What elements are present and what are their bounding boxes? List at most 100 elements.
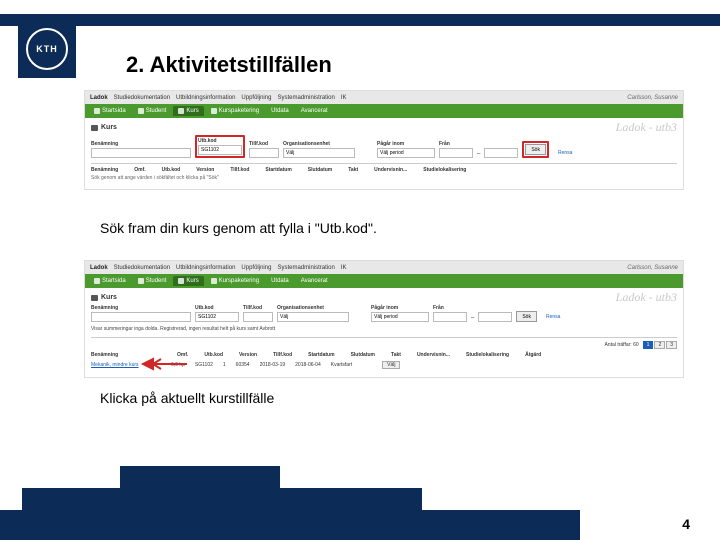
- result-count: Antal träffar: 60: [605, 342, 639, 348]
- cell-ver: 1: [223, 362, 226, 368]
- stack-icon: [211, 278, 217, 284]
- cell-takt: Kvartsfart: [331, 362, 352, 368]
- select-org[interactable]: [283, 148, 355, 158]
- tab-startsida[interactable]: Startsida: [89, 106, 131, 116]
- tab-utdata[interactable]: Utdata: [266, 276, 294, 286]
- screenshot-1: Ladok Studiedokumentation Utbildningsinf…: [84, 90, 684, 190]
- top-band: [0, 14, 720, 26]
- summary-text: Visar summeringar inga dolda. Registrera…: [91, 326, 677, 332]
- cell-start: 2018-03-19: [260, 362, 286, 368]
- highlight-utbkod: Utb.kod: [195, 135, 245, 158]
- divider: [91, 337, 677, 338]
- app-brand: Ladok: [90, 265, 108, 271]
- footer-shape: [22, 488, 422, 510]
- book-icon: [178, 278, 184, 284]
- tab-student[interactable]: Student: [133, 106, 172, 116]
- select-period[interactable]: [371, 312, 429, 322]
- red-arrow-icon: [141, 357, 187, 371]
- menu-item[interactable]: Uppföljning: [241, 95, 271, 101]
- tab-kurspaketering[interactable]: Kurspaketering: [206, 276, 264, 286]
- label-pagar: Pågår inom: [377, 141, 435, 147]
- input-till[interactable]: [484, 148, 518, 158]
- menu-item[interactable]: Uppföljning: [241, 265, 271, 271]
- tab-kurspaketering[interactable]: Kurspaketering: [206, 106, 264, 116]
- menu-item[interactable]: Utbildningsinformation: [176, 95, 235, 101]
- action-dropdown[interactable]: Välj: [382, 361, 400, 369]
- select-period[interactable]: [377, 148, 435, 158]
- input-benamning[interactable]: [91, 312, 191, 322]
- input-tillfkod[interactable]: [249, 148, 279, 158]
- menu-item[interactable]: Systemadministration: [277, 265, 334, 271]
- label-utbkod: Utb.kod: [195, 305, 239, 311]
- tab-kurs[interactable]: Kurs: [173, 276, 203, 286]
- tab-avancerat[interactable]: Avancerat: [296, 276, 333, 286]
- main-tabs: Startsida Student Kurs Kurspaketering Ut…: [85, 274, 683, 288]
- highlight-sok: Sök: [522, 141, 549, 158]
- menu-item[interactable]: Studiedokumentation: [114, 265, 170, 271]
- results-bar: Antal träffar: 60 1 2 3: [91, 341, 677, 349]
- book-icon: [91, 125, 98, 131]
- tab-avancerat[interactable]: Avancerat: [296, 106, 333, 116]
- caption-1: Sök fram din kurs genom att fylla i "Utb…: [100, 220, 377, 236]
- search-form: Benämning Utb.kod Tillf.kod Organisation…: [91, 305, 677, 322]
- watermark: Ladok - utb3: [616, 290, 677, 305]
- section-heading: Kurs: [91, 124, 677, 131]
- label-fran: Från: [433, 305, 467, 311]
- page-1[interactable]: 1: [643, 341, 654, 349]
- tab-student[interactable]: Student: [133, 276, 172, 286]
- main-tabs: Startsida Student Kurs Kurspaketering Ut…: [85, 104, 683, 118]
- pager: 1 2 3: [643, 341, 677, 349]
- page-number: 4: [682, 516, 690, 532]
- label-benamning: Benämning: [91, 141, 191, 147]
- menu-item[interactable]: IK: [341, 265, 347, 271]
- cell-kod: SG1102: [195, 362, 213, 368]
- select-org[interactable]: [277, 312, 349, 322]
- label-pagar: Pågår inom: [371, 305, 429, 311]
- home-icon: [94, 278, 100, 284]
- app-menubar: Ladok Studiedokumentation Utbildningsinf…: [85, 91, 683, 104]
- input-tillfkod[interactable]: [243, 312, 273, 322]
- input-fran[interactable]: [439, 148, 473, 158]
- search-form: Benämning Utb.kod Tillf.kod Organisation…: [91, 135, 677, 158]
- search-button[interactable]: Sök: [525, 144, 546, 155]
- menu-item[interactable]: Utbildningsinformation: [176, 265, 235, 271]
- page-3[interactable]: 3: [666, 341, 677, 349]
- label-benamning: Benämning: [91, 305, 191, 311]
- search-button[interactable]: Sök: [516, 311, 537, 322]
- footer-shape: [120, 466, 280, 488]
- dash: –: [477, 151, 480, 158]
- menu-item[interactable]: Studiedokumentation: [114, 95, 170, 101]
- user-label[interactable]: Carlsson, Susanne: [627, 265, 678, 271]
- label-till: [478, 305, 512, 311]
- menu-item[interactable]: IK: [341, 95, 347, 101]
- stack-icon: [211, 108, 217, 114]
- menu-item[interactable]: Systemadministration: [277, 95, 334, 101]
- divider: [91, 163, 677, 164]
- tab-utdata[interactable]: Utdata: [266, 106, 294, 116]
- label-tillfkod: Tillf.kod: [243, 305, 273, 311]
- input-utbkod[interactable]: [195, 312, 239, 322]
- search-hint: Sök genom att ange värden i sökfältet oc…: [91, 175, 677, 181]
- tab-startsida[interactable]: Startsida: [89, 276, 131, 286]
- label-utbkod: Utb.kod: [198, 138, 242, 144]
- label-tillfkod: Tillf.kod: [249, 141, 279, 147]
- page-2[interactable]: 2: [654, 341, 665, 349]
- label-org: Organisationsenhet: [277, 305, 349, 311]
- app-menubar: Ladok Studiedokumentation Utbildningsinf…: [85, 261, 683, 274]
- page-title: 2. Aktivitetstillfällen: [126, 52, 332, 78]
- kth-logo: KTH: [18, 20, 76, 78]
- tab-kurs[interactable]: Kurs: [173, 106, 203, 116]
- input-till[interactable]: [478, 312, 512, 322]
- kth-logo-text: KTH: [26, 28, 68, 70]
- watermark: Ladok - utb3: [616, 120, 677, 135]
- input-utbkod[interactable]: [198, 145, 242, 155]
- input-fran[interactable]: [433, 312, 467, 322]
- user-label[interactable]: Carlsson, Susanne: [627, 95, 678, 101]
- table-header: Benämning Omf. Utb.kod Version Tillf.kod…: [91, 167, 677, 173]
- caption-2: Klicka på aktuellt kurstillfälle: [100, 390, 274, 406]
- clear-button[interactable]: Rensa: [541, 311, 565, 322]
- input-benamning[interactable]: [91, 148, 191, 158]
- label-till: [484, 141, 518, 147]
- clear-button[interactable]: Rensa: [553, 147, 577, 158]
- home-icon: [94, 108, 100, 114]
